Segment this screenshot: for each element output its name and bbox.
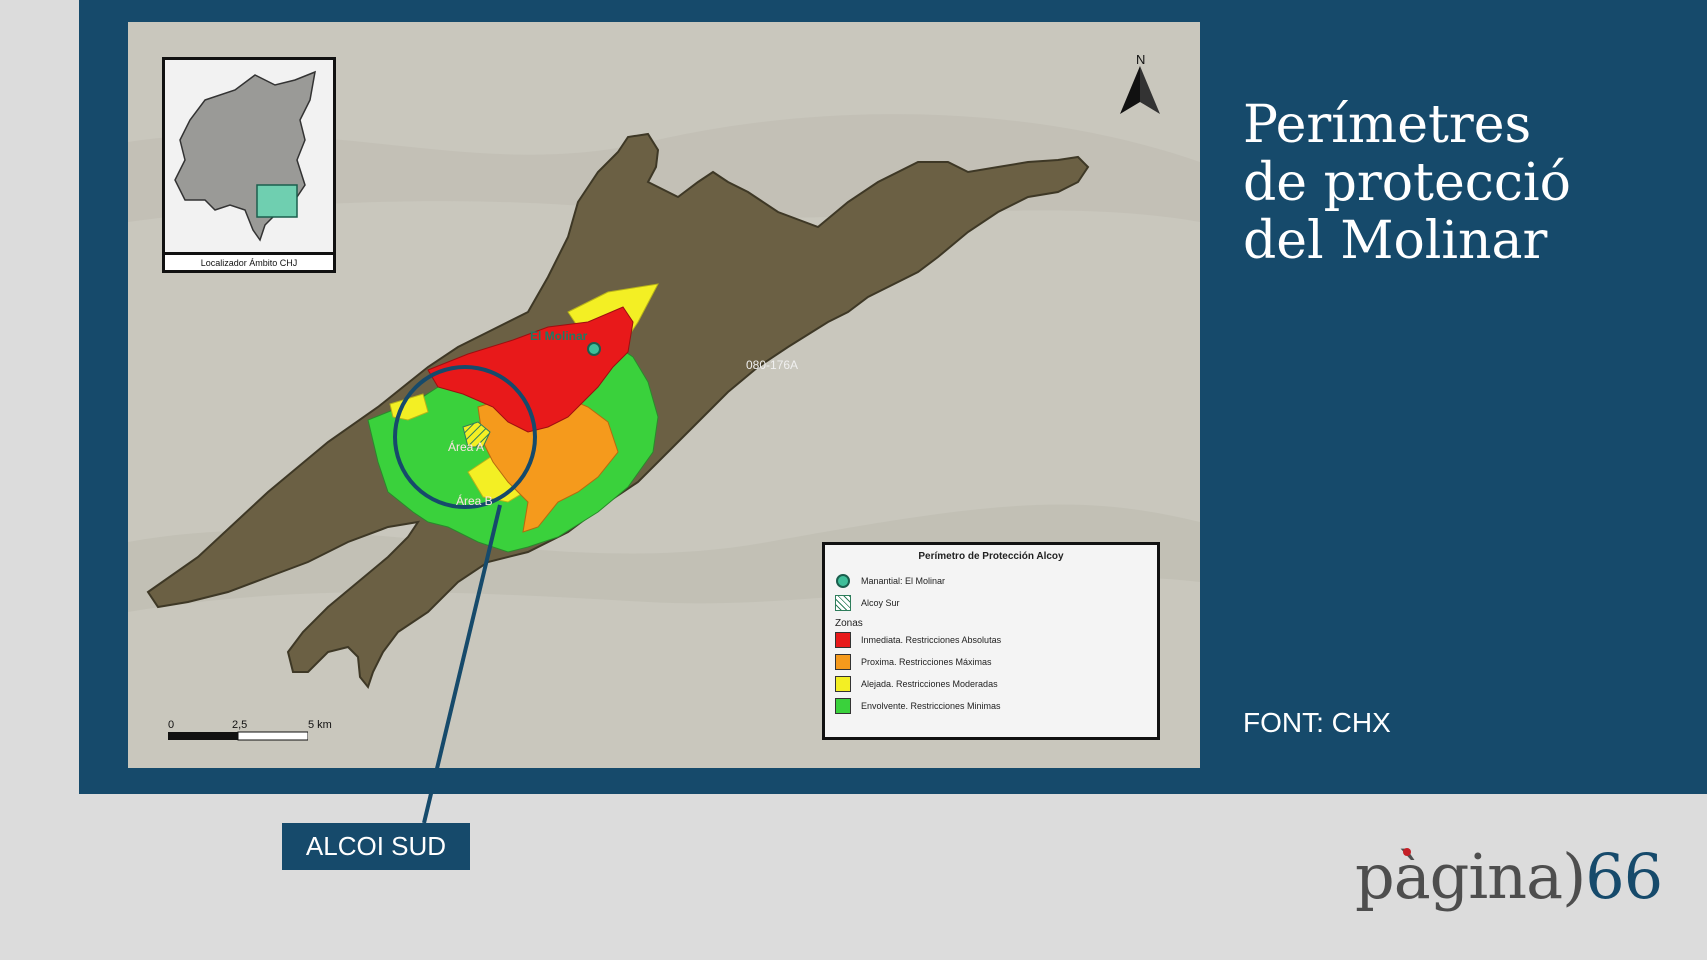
legend-spring-label: Manantial: El Molinar: [861, 576, 946, 586]
red-swatch-icon: [835, 632, 851, 648]
area-a-label: Área A: [448, 440, 485, 454]
page-title: Perímetres de protecció del Molinar: [1243, 96, 1663, 270]
spring-icon: [836, 574, 850, 588]
hatch-icon: [835, 595, 851, 611]
locator-inset: Localizador Ámbito CHJ: [162, 57, 336, 273]
legend-alcoy-sur-label: Alcoy Sur: [861, 598, 900, 608]
logo-dot-icon: [1403, 848, 1411, 856]
title-line: del Molinar: [1243, 211, 1548, 271]
inset-caption: Localizador Ámbito CHJ: [165, 252, 333, 270]
green-swatch-icon: [835, 698, 851, 714]
yellow-swatch-icon: [835, 676, 851, 692]
legend-alcoy-sur: Alcoy Sur: [835, 592, 1147, 614]
area-b-label: Área B: [456, 494, 493, 508]
aquifer-code-label: 080-176A: [746, 358, 799, 372]
legend-zone: Alejada. Restricciones Moderadas: [835, 673, 1147, 695]
el-molinar-spring-marker: [587, 342, 601, 356]
pagina66-logo: pàgina)66: [1355, 840, 1663, 913]
logo-word: pàgina: [1355, 840, 1563, 913]
map-legend: Perímetro de Protección Alcoy Manantial:…: [822, 542, 1160, 740]
legend-spring: Manantial: El Molinar: [835, 570, 1147, 592]
legend-zone-label: Alejada. Restricciones Moderadas: [861, 679, 998, 689]
legend-zone-label: Envolvente. Restricciones Minimas: [861, 701, 1001, 711]
study-area-marker: [256, 184, 298, 218]
title-line: de protecció: [1243, 153, 1571, 213]
legend-zone: Envolvente. Restricciones Minimas: [835, 695, 1147, 717]
legend-title: Perímetro de Protección Alcoy: [918, 551, 1064, 562]
alcoi-sud-callout: ALCOI SUD: [282, 823, 470, 870]
el-molinar-label: El Molinar: [530, 329, 588, 343]
legend-zone: Inmediata. Restricciones Absolutas: [835, 629, 1147, 651]
legend-zone-label: Inmediata. Restricciones Absolutas: [861, 635, 1002, 645]
scale-zero: 0: [168, 719, 175, 731]
north-label: N: [1136, 52, 1146, 67]
logo-number: 66: [1585, 840, 1663, 913]
orange-swatch-icon: [835, 654, 851, 670]
title-line: Perímetres: [1243, 95, 1532, 155]
legend-zone: Proxima. Restricciones Máximas: [835, 651, 1147, 673]
source-label: FONT: CHX: [1243, 707, 1391, 738]
protection-map: El Molinar 080-176A Área A Área B Locali…: [128, 22, 1200, 768]
legend-zones-title: Zonas: [835, 618, 863, 629]
scale-mid: 2,5: [232, 719, 248, 731]
scale-end: 5 km: [308, 719, 332, 731]
locator-map: [174, 70, 316, 242]
legend-zone-label: Proxima. Restricciones Máximas: [861, 657, 992, 667]
logo-bracket: ): [1562, 840, 1586, 913]
